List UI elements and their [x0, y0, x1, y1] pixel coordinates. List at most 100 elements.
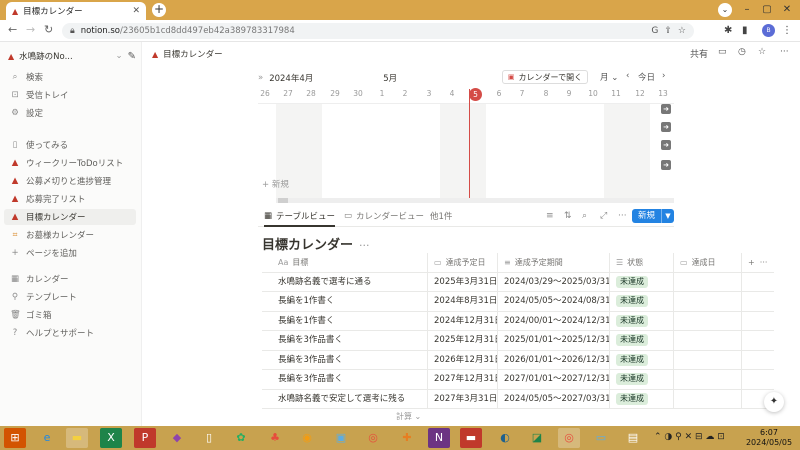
- period-cell[interactable]: 2024/05/05〜2024/08/31: [498, 292, 610, 312]
- table-row[interactable]: 長編を3作品書く 2027年12月31日 2027/01/01〜2027/12/…: [262, 370, 774, 390]
- profile-avatar[interactable]: B: [762, 24, 775, 37]
- lock-icon[interactable]: 🔒︎: [70, 26, 75, 36]
- status-cell[interactable]: 未達成: [610, 389, 674, 409]
- status-cell[interactable]: 未達成: [610, 331, 674, 351]
- notepad-icon[interactable]: ▯: [198, 428, 220, 448]
- due-date-cell[interactable]: 2024年12月31日: [428, 311, 498, 331]
- favorite-star-icon[interactable]: ☆: [758, 47, 766, 57]
- browser-menu-icon[interactable]: ⋮: [782, 25, 792, 36]
- share-button[interactable]: 共有: [690, 47, 708, 60]
- workspace-switcher[interactable]: ▲ 水鳴跡のNo... ⌄ ✎: [8, 48, 136, 64]
- due-date-cell[interactable]: 2027年12月31日: [428, 370, 498, 390]
- edge-icon[interactable]: ◐: [494, 428, 516, 448]
- onenote-icon[interactable]: N: [428, 428, 450, 448]
- prev-period-icon[interactable]: ‹: [626, 71, 629, 81]
- scroll-to-item-icon[interactable]: ➜: [661, 104, 671, 114]
- achieved-date-cell[interactable]: [674, 272, 742, 292]
- search-icon[interactable]: ⌕: [582, 211, 587, 221]
- due-date-cell[interactable]: 2024年8月31日: [428, 292, 498, 312]
- timeline-new-item[interactable]: + 新規: [262, 178, 289, 190]
- side-panel-icon[interactable]: ▮: [742, 25, 748, 36]
- tab-table-view[interactable]: ▦ テーブルビュー: [264, 210, 336, 227]
- tab-calendar-view[interactable]: ▭ カレンダービュー: [344, 210, 424, 222]
- goal-cell[interactable]: 長編を3作品書く: [272, 350, 428, 370]
- goal-cell[interactable]: 長編を1作書く: [272, 311, 428, 331]
- status-cell[interactable]: 未達成: [610, 292, 674, 312]
- status-cell[interactable]: 未達成: [610, 370, 674, 390]
- status-cell[interactable]: 未達成: [610, 272, 674, 292]
- period-cell[interactable]: 2024/03/29〜2025/03/31: [498, 272, 610, 292]
- sidebar-item-add-page[interactable]: + ページを追加: [4, 245, 136, 261]
- table-row[interactable]: 長編を1作書く 2024年12月31日 2024/00/01〜2024/12/3…: [262, 311, 774, 331]
- google-translate-icon[interactable]: G: [651, 26, 658, 36]
- sidebar-item-templates[interactable]: ⚲ テンプレート: [4, 289, 136, 305]
- achieved-date-cell[interactable]: [674, 292, 742, 312]
- collapse-table-icon[interactable]: »: [258, 73, 263, 83]
- period-cell[interactable]: 2024/05/05〜2027/03/31: [498, 389, 610, 409]
- open-in-calendar-button[interactable]: ▣ カレンダーで開く: [502, 70, 588, 84]
- goal-cell[interactable]: 水鳴跡名義で安定して選考に残る: [272, 389, 428, 409]
- table-row[interactable]: 水鳴跡名義で選考に通る 2025年3月31日 2024/03/29〜2025/0…: [262, 272, 774, 292]
- app-icon[interactable]: ◉: [296, 428, 318, 448]
- comments-icon[interactable]: ▭: [718, 47, 727, 57]
- more-options-icon[interactable]: ···: [359, 239, 370, 252]
- chrome-active-icon[interactable]: ◎: [558, 428, 580, 448]
- period-cell[interactable]: 2024/00/01〜2024/12/31: [498, 311, 610, 331]
- sidebar-item-submission-list[interactable]: ▲ 応募完了リスト: [4, 191, 136, 207]
- today-button[interactable]: 今日: [638, 71, 655, 83]
- more-options-icon[interactable]: ···: [618, 211, 627, 221]
- table-row[interactable]: 水鳴跡名義で安定して選考に残る 2027年3月31日 2024/05/05〜20…: [262, 389, 774, 409]
- next-period-icon[interactable]: ›: [662, 71, 665, 81]
- sidebar-item-calendar[interactable]: ▦ カレンダー: [4, 271, 136, 287]
- status-cell[interactable]: 未達成: [610, 311, 674, 331]
- sidebar-item-weekly-todo[interactable]: ▲ ウィークリーToDoリスト: [4, 155, 136, 171]
- add-property-icon[interactable]: + ···: [742, 253, 774, 273]
- browser-tab[interactable]: ▲ 目標カレンダー ✕: [6, 2, 146, 20]
- achieved-date-cell[interactable]: [674, 389, 742, 409]
- due-date-cell[interactable]: 2025年3月31日: [428, 272, 498, 292]
- timeline-scroll-thumb[interactable]: [278, 198, 288, 203]
- address-bar[interactable]: 🔒︎ notion.so/23605b1cd8dd497eb42a3897833…: [62, 23, 694, 39]
- chrome-icon[interactable]: ◎: [362, 428, 384, 448]
- excel-icon[interactable]: X: [100, 428, 122, 448]
- period-cell[interactable]: 2026/01/01〜2026/12/31: [498, 350, 610, 370]
- app-icon[interactable]: ✿: [230, 428, 252, 448]
- share-page-icon[interactable]: ⇪: [664, 26, 672, 36]
- app-icon[interactable]: ▭: [590, 428, 612, 448]
- column-header-status[interactable]: ☰ 状態: [610, 253, 674, 273]
- expand-icon[interactable]: ⤢: [600, 211, 607, 221]
- sidebar-item-settings[interactable]: ⚙ 設定: [4, 105, 136, 121]
- forward-arrow-icon[interactable]: →: [26, 23, 35, 36]
- start-button-icon[interactable]: ⊞: [4, 428, 26, 448]
- app-icon[interactable]: ▣: [330, 428, 352, 448]
- app-icon[interactable]: ♣: [264, 428, 286, 448]
- close-tab-icon[interactable]: ✕: [132, 6, 140, 16]
- table-row[interactable]: 長編を1作書く 2024年8月31日 2024/05/05〜2024/08/31…: [262, 292, 774, 312]
- achieved-date-cell[interactable]: [674, 311, 742, 331]
- column-header-achieved-date[interactable]: ▭ 達成日: [674, 253, 742, 273]
- achieved-date-cell[interactable]: [674, 331, 742, 351]
- new-page-icon[interactable]: ✎: [128, 51, 136, 62]
- app-icon[interactable]: ✚: [396, 428, 418, 448]
- new-entry-button[interactable]: 新規 ▼: [632, 209, 674, 223]
- goal-cell[interactable]: 水鳴跡名義で選考に通る: [272, 272, 428, 292]
- calculate-footer[interactable]: 計算 ⌄: [396, 411, 421, 422]
- goal-cell[interactable]: 長編を3作品書く: [272, 370, 428, 390]
- due-date-cell[interactable]: 2026年12月31日: [428, 350, 498, 370]
- maximize-window-icon[interactable]: ▢: [758, 2, 776, 18]
- file-explorer-icon[interactable]: ▬: [66, 428, 88, 448]
- close-window-icon[interactable]: ✕: [778, 2, 796, 18]
- sidebar-item-getting-started[interactable]: ▯ 使ってみる: [4, 137, 136, 153]
- system-clock[interactable]: 6:07 2024/05/05: [744, 428, 794, 448]
- app-icon[interactable]: ◆: [166, 428, 188, 448]
- scroll-to-item-icon[interactable]: ➜: [661, 122, 671, 132]
- period-cell[interactable]: 2025/01/01〜2025/12/31: [498, 331, 610, 351]
- sidebar-item-search[interactable]: ⌕ 検索: [4, 69, 136, 85]
- bookmark-star-icon[interactable]: ☆: [678, 26, 686, 36]
- goal-cell[interactable]: 長編を3作品書く: [272, 331, 428, 351]
- app-icon[interactable]: ◪: [526, 428, 548, 448]
- timeline-scrollbar[interactable]: [276, 198, 674, 203]
- period-cell[interactable]: 2027/01/01〜2027/12/31: [498, 370, 610, 390]
- powerpoint-icon[interactable]: P: [134, 428, 156, 448]
- sidebar-item-goal-calendar[interactable]: ▲ 目標カレンダー: [4, 209, 136, 225]
